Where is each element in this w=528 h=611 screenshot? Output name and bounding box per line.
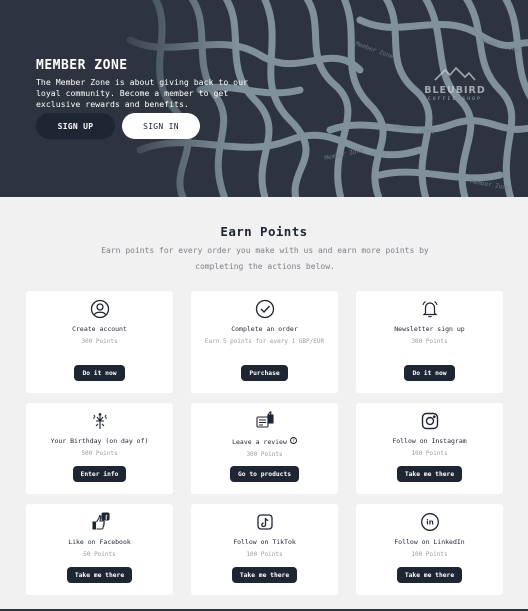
card-points: 300 Points [246,451,283,458]
card-points: 100 Points [246,551,283,558]
help-icon[interactable]: ? [289,437,297,444]
hero-text-block: MEMBER ZONE The Member Zone is about giv… [36,58,276,109]
card-title: Leave a review? [232,437,297,446]
fireworks-icon [90,411,110,431]
take-me-there-button[interactable]: Take me there [231,567,298,583]
card-points: Earn 5 points for every 1 GBP/EUR [204,338,325,345]
sign-up-button[interactable]: SIGN UP [36,113,115,139]
card-title: Follow on Instagram [392,437,467,445]
card-tiktok: Follow on TikTok 100 Points Take me ther… [191,504,338,595]
card-points: 100 Points [411,551,448,558]
card-instagram: Follow on Instagram 100 Points Take me t… [356,403,503,494]
tiktok-icon [255,512,275,532]
card-title: Follow on LinkedIn [394,538,465,546]
card-birthday: Your Birthday (on day of) 500 Points Ent… [26,403,173,494]
go-to-products-button[interactable]: Go to products [229,466,300,482]
check-circle-icon [255,299,275,319]
instagram-icon [420,411,440,431]
card-facebook: Like on Facebook 50 Points Take me there [26,504,173,595]
card-title: Create account [72,325,127,333]
hero-description: The Member Zone is about giving back to … [36,77,248,109]
user-icon [90,299,110,319]
card-points: 100 Points [411,450,448,457]
card-review: Leave a review? 300 Points Go to product… [191,403,338,494]
card-points: 500 Points [81,450,118,457]
card-points: 50 Points [83,551,116,558]
card-title-text: Leave a review [232,438,287,446]
section-subtitle: Earn points for every order you make wit… [101,246,429,271]
hero-buttons: SIGN UP SIGN IN [36,113,200,139]
card-linkedin: in Follow on LinkedIn 100 Points Take me… [356,504,503,595]
hero-title: MEMBER ZONE [36,58,128,73]
do-it-now-button[interactable]: Do it now [404,365,455,381]
mountain-icon [434,66,476,81]
card-title: Like on Facebook [68,538,131,546]
card-newsletter: Newsletter sign up 300 Points Do it now [356,291,503,393]
enter-info-button[interactable]: Enter info [72,466,127,482]
take-me-there-button[interactable]: Take me there [66,567,133,583]
hero-banner: Member Zone Member Zone Member Zone Memb… [0,0,528,197]
linkedin-icon: in [420,512,440,532]
card-title: Complete an order [231,325,298,333]
review-icon [255,411,275,431]
do-it-now-button[interactable]: Do it now [74,365,125,381]
card-complete-order: Complete an order Earn 5 points for ever… [191,291,338,393]
card-points: 300 Points [81,338,118,345]
card-title: Follow on TikTok [233,538,296,546]
svg-text:in: in [426,519,433,527]
sign-in-button[interactable]: SIGN IN [122,113,200,139]
card-title: Your Birthday (on day of) [50,437,149,445]
take-me-there-button[interactable]: Take me there [396,567,463,583]
card-create-account: Create account 300 Points Do it now [26,291,173,393]
section-title: Earn Points [220,224,308,239]
brand-name: BLEUBIRD [424,85,486,96]
take-me-there-button[interactable]: Take me there [396,466,463,482]
card-points: 300 Points [411,338,448,345]
facebook-like-icon [90,512,110,532]
brand-logo: BLEUBIRD COFFEE SHOP [420,66,490,102]
bell-icon [420,299,440,319]
purchase-button[interactable]: Purchase [241,365,288,381]
card-title: Newsletter sign up [394,325,465,333]
brand-subtitle: COFFEE SHOP [427,97,482,102]
